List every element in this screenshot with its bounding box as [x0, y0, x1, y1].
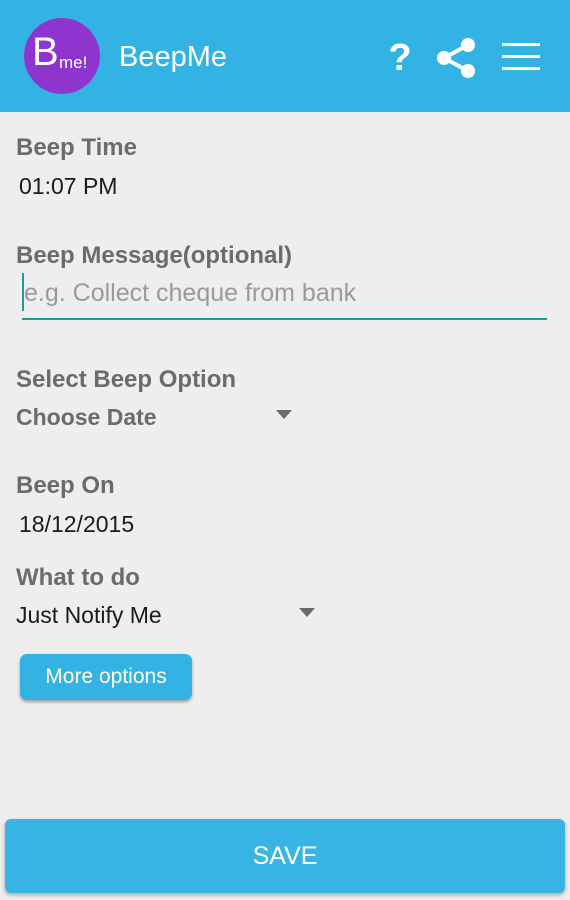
beep-time-value[interactable]: 01:07 PM	[19, 172, 117, 200]
beep-option-selected: Choose Date	[16, 404, 157, 430]
beep-on-label: Beep On	[16, 472, 115, 499]
dropdown-arrow-icon	[299, 608, 315, 617]
beep-option-label: Select Beep Option	[16, 366, 237, 393]
beep-option-dropdown[interactable]: Choose Date	[0, 398, 310, 438]
what-to-do-selected: Just Notify Me	[16, 602, 162, 628]
help-icon[interactable]: ?	[384, 36, 416, 80]
more-options-button[interactable]: More options	[20, 654, 192, 700]
save-button[interactable]: SAVE	[5, 819, 565, 893]
what-to-do-dropdown[interactable]: Just Notify Me	[0, 596, 330, 636]
app-title: BeepMe	[119, 41, 228, 73]
dropdown-arrow-icon	[276, 410, 292, 419]
what-to-do-label: What to do	[16, 564, 140, 591]
beep-on-value[interactable]: 18/12/2015	[19, 510, 134, 538]
app-bar: B me! BeepMe ?	[0, 0, 570, 112]
logo-suffix: me!	[59, 53, 88, 72]
app-logo: B me!	[24, 18, 100, 94]
hamburger-menu-icon[interactable]	[502, 42, 540, 72]
beep-message-placeholder: e.g. Collect cheque from bank	[24, 279, 357, 307]
logo-letter: B	[32, 30, 59, 74]
beep-time-label: Beep Time	[16, 134, 137, 161]
beep-message-label: Beep Message(optional)	[16, 242, 293, 269]
share-icon[interactable]	[436, 38, 476, 78]
beep-message-input[interactable]: e.g. Collect cheque from bank	[22, 270, 547, 320]
